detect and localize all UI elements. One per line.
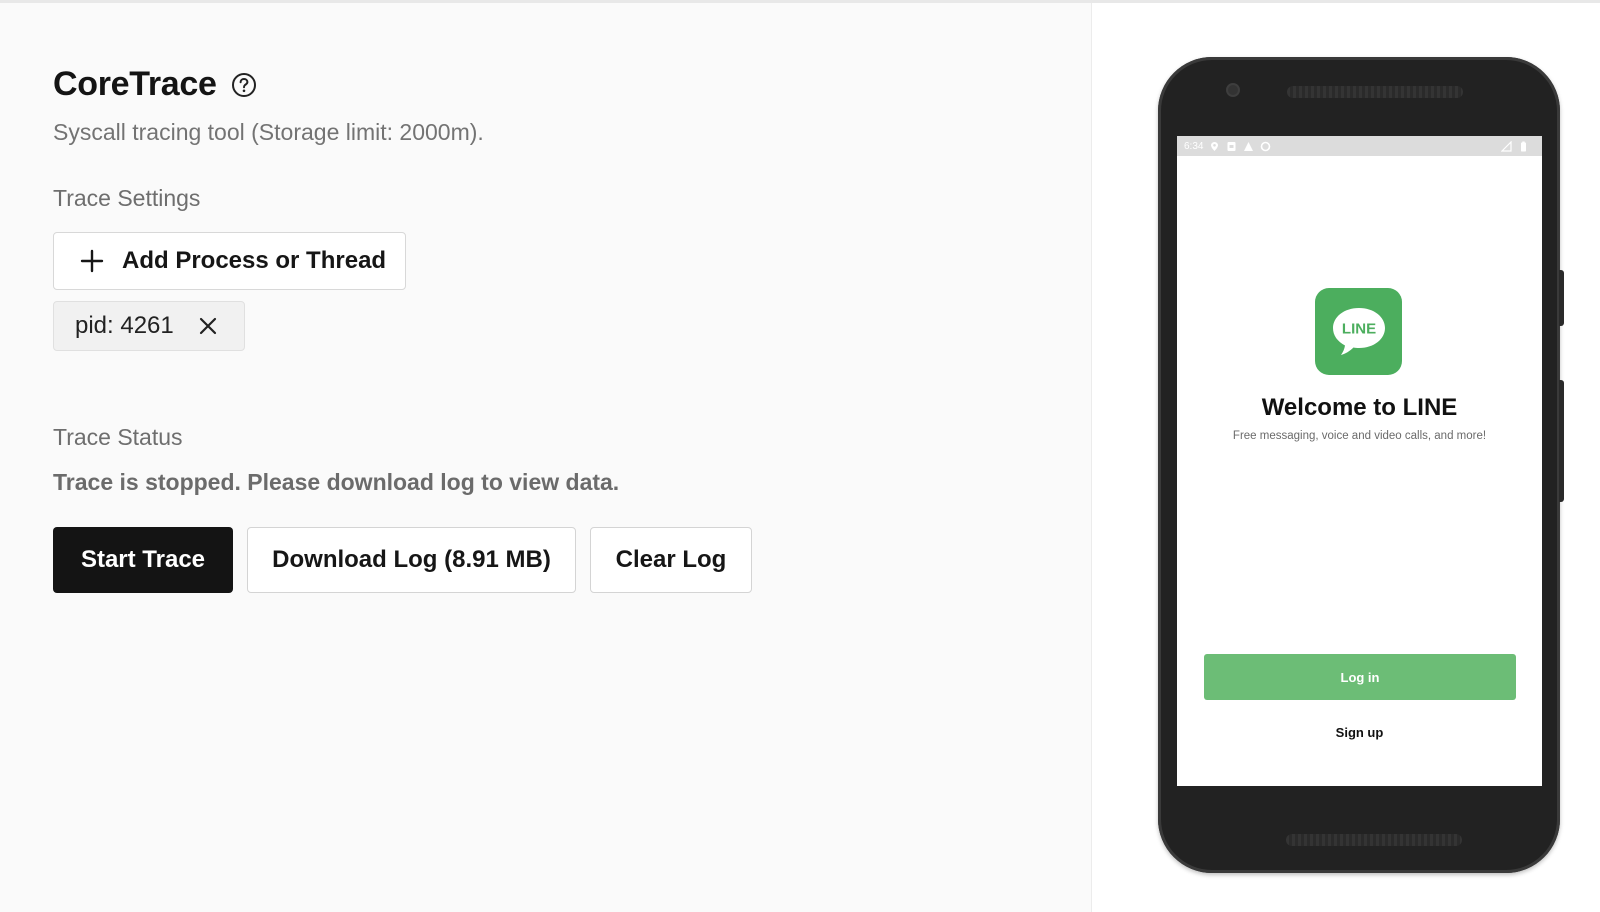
volume-button [1559,270,1564,326]
status-time: 6:34 [1184,140,1204,152]
download-log-button[interactable]: Download Log (8.91 MB) [247,527,576,593]
sync-icon [1260,141,1271,152]
plus-icon [80,249,104,273]
line-logo: LINE [1315,288,1402,375]
close-icon[interactable] [198,316,218,336]
add-process-label: Add Process or Thread [122,247,387,274]
signal-icon [1501,140,1512,152]
battery-icon [1518,141,1529,152]
welcome-heading: Welcome to LINE [1261,394,1458,421]
device-status-bar: 6:34 [1177,136,1542,156]
page-title: CoreTrace [53,65,217,103]
camera-icon [1226,83,1240,97]
login-button[interactable]: Log in [1204,654,1516,700]
trace-status-message: Trace is stopped. Please download log to… [53,469,620,495]
help-circle-icon[interactable] [231,72,257,98]
page-subtitle: Syscall tracing tool (Storage limit: 200… [53,119,484,145]
line-logo-text: LINE [1341,320,1375,337]
welcome-tagline: Free messaging, voice and video calls, a… [1232,430,1487,442]
clear-log-button[interactable]: Clear Log [590,527,752,593]
warning-icon [1243,141,1254,152]
add-process-button[interactable]: Add Process or Thread [53,232,406,290]
trace-panel: CoreTrace Syscall tracing tool (Storage … [0,3,1092,912]
power-button [1559,380,1564,502]
trace-status-heading: Trace Status [53,424,183,450]
target-chip: pid: 4261 [53,301,245,351]
title-row: CoreTrace [53,65,257,104]
trace-settings-heading: Trace Settings [53,185,201,211]
earpiece-speaker [1287,86,1463,98]
bottom-speaker [1286,834,1462,846]
location-icon [1209,141,1220,152]
signup-link[interactable]: Sign up [1177,725,1542,740]
sim-icon [1226,141,1237,152]
start-trace-button[interactable]: Start Trace [53,527,233,593]
device-screen[interactable]: 6:34 LINE Welcome to LINE Free messaging… [1177,136,1542,786]
target-chip-label: pid: 4261 [75,312,174,339]
